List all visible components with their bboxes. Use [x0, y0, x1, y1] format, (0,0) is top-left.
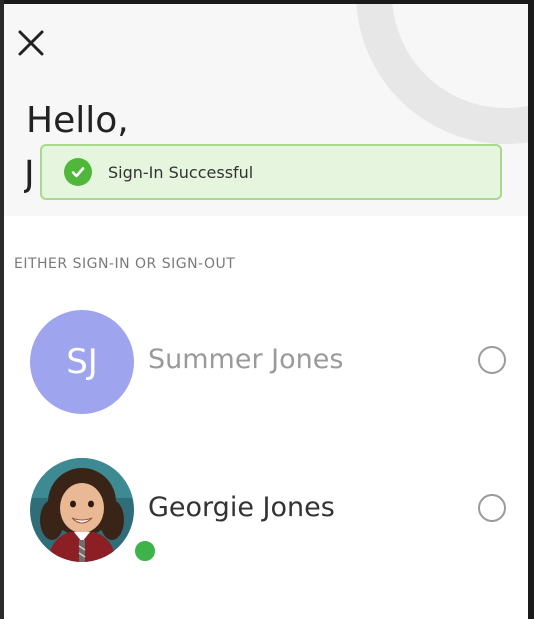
frame-border: [0, 0, 534, 4]
section-label: EITHER SIGN-IN OR SIGN-OUT: [14, 256, 236, 272]
online-status-dot: [132, 538, 158, 564]
user-row-georgie-jones[interactable]: Georgie Jones: [4, 456, 528, 564]
check-circle-icon: [64, 158, 92, 186]
close-icon[interactable]: [12, 22, 52, 62]
sign-in-success-toast: Sign-In Successful: [40, 144, 502, 200]
select-radio[interactable]: [478, 494, 506, 522]
frame-border: [528, 0, 534, 619]
user-name: Summer Jones: [148, 344, 344, 375]
user-name: Georgie Jones: [148, 492, 335, 523]
sign-in-panel: Hello, J Sign-In Successful EITHER SIGN-…: [0, 0, 534, 619]
greeting-title: Hello,: [26, 100, 129, 141]
select-radio[interactable]: [478, 346, 506, 374]
user-row-summer-jones[interactable]: SJ Summer Jones: [4, 308, 528, 416]
avatar: SJ: [30, 310, 134, 414]
decorative-ring: [356, 4, 528, 144]
header: Hello, J Sign-In Successful: [4, 4, 528, 216]
frame-border: [0, 0, 4, 619]
toast-message: Sign-In Successful: [108, 162, 254, 182]
avatar: [30, 458, 158, 564]
